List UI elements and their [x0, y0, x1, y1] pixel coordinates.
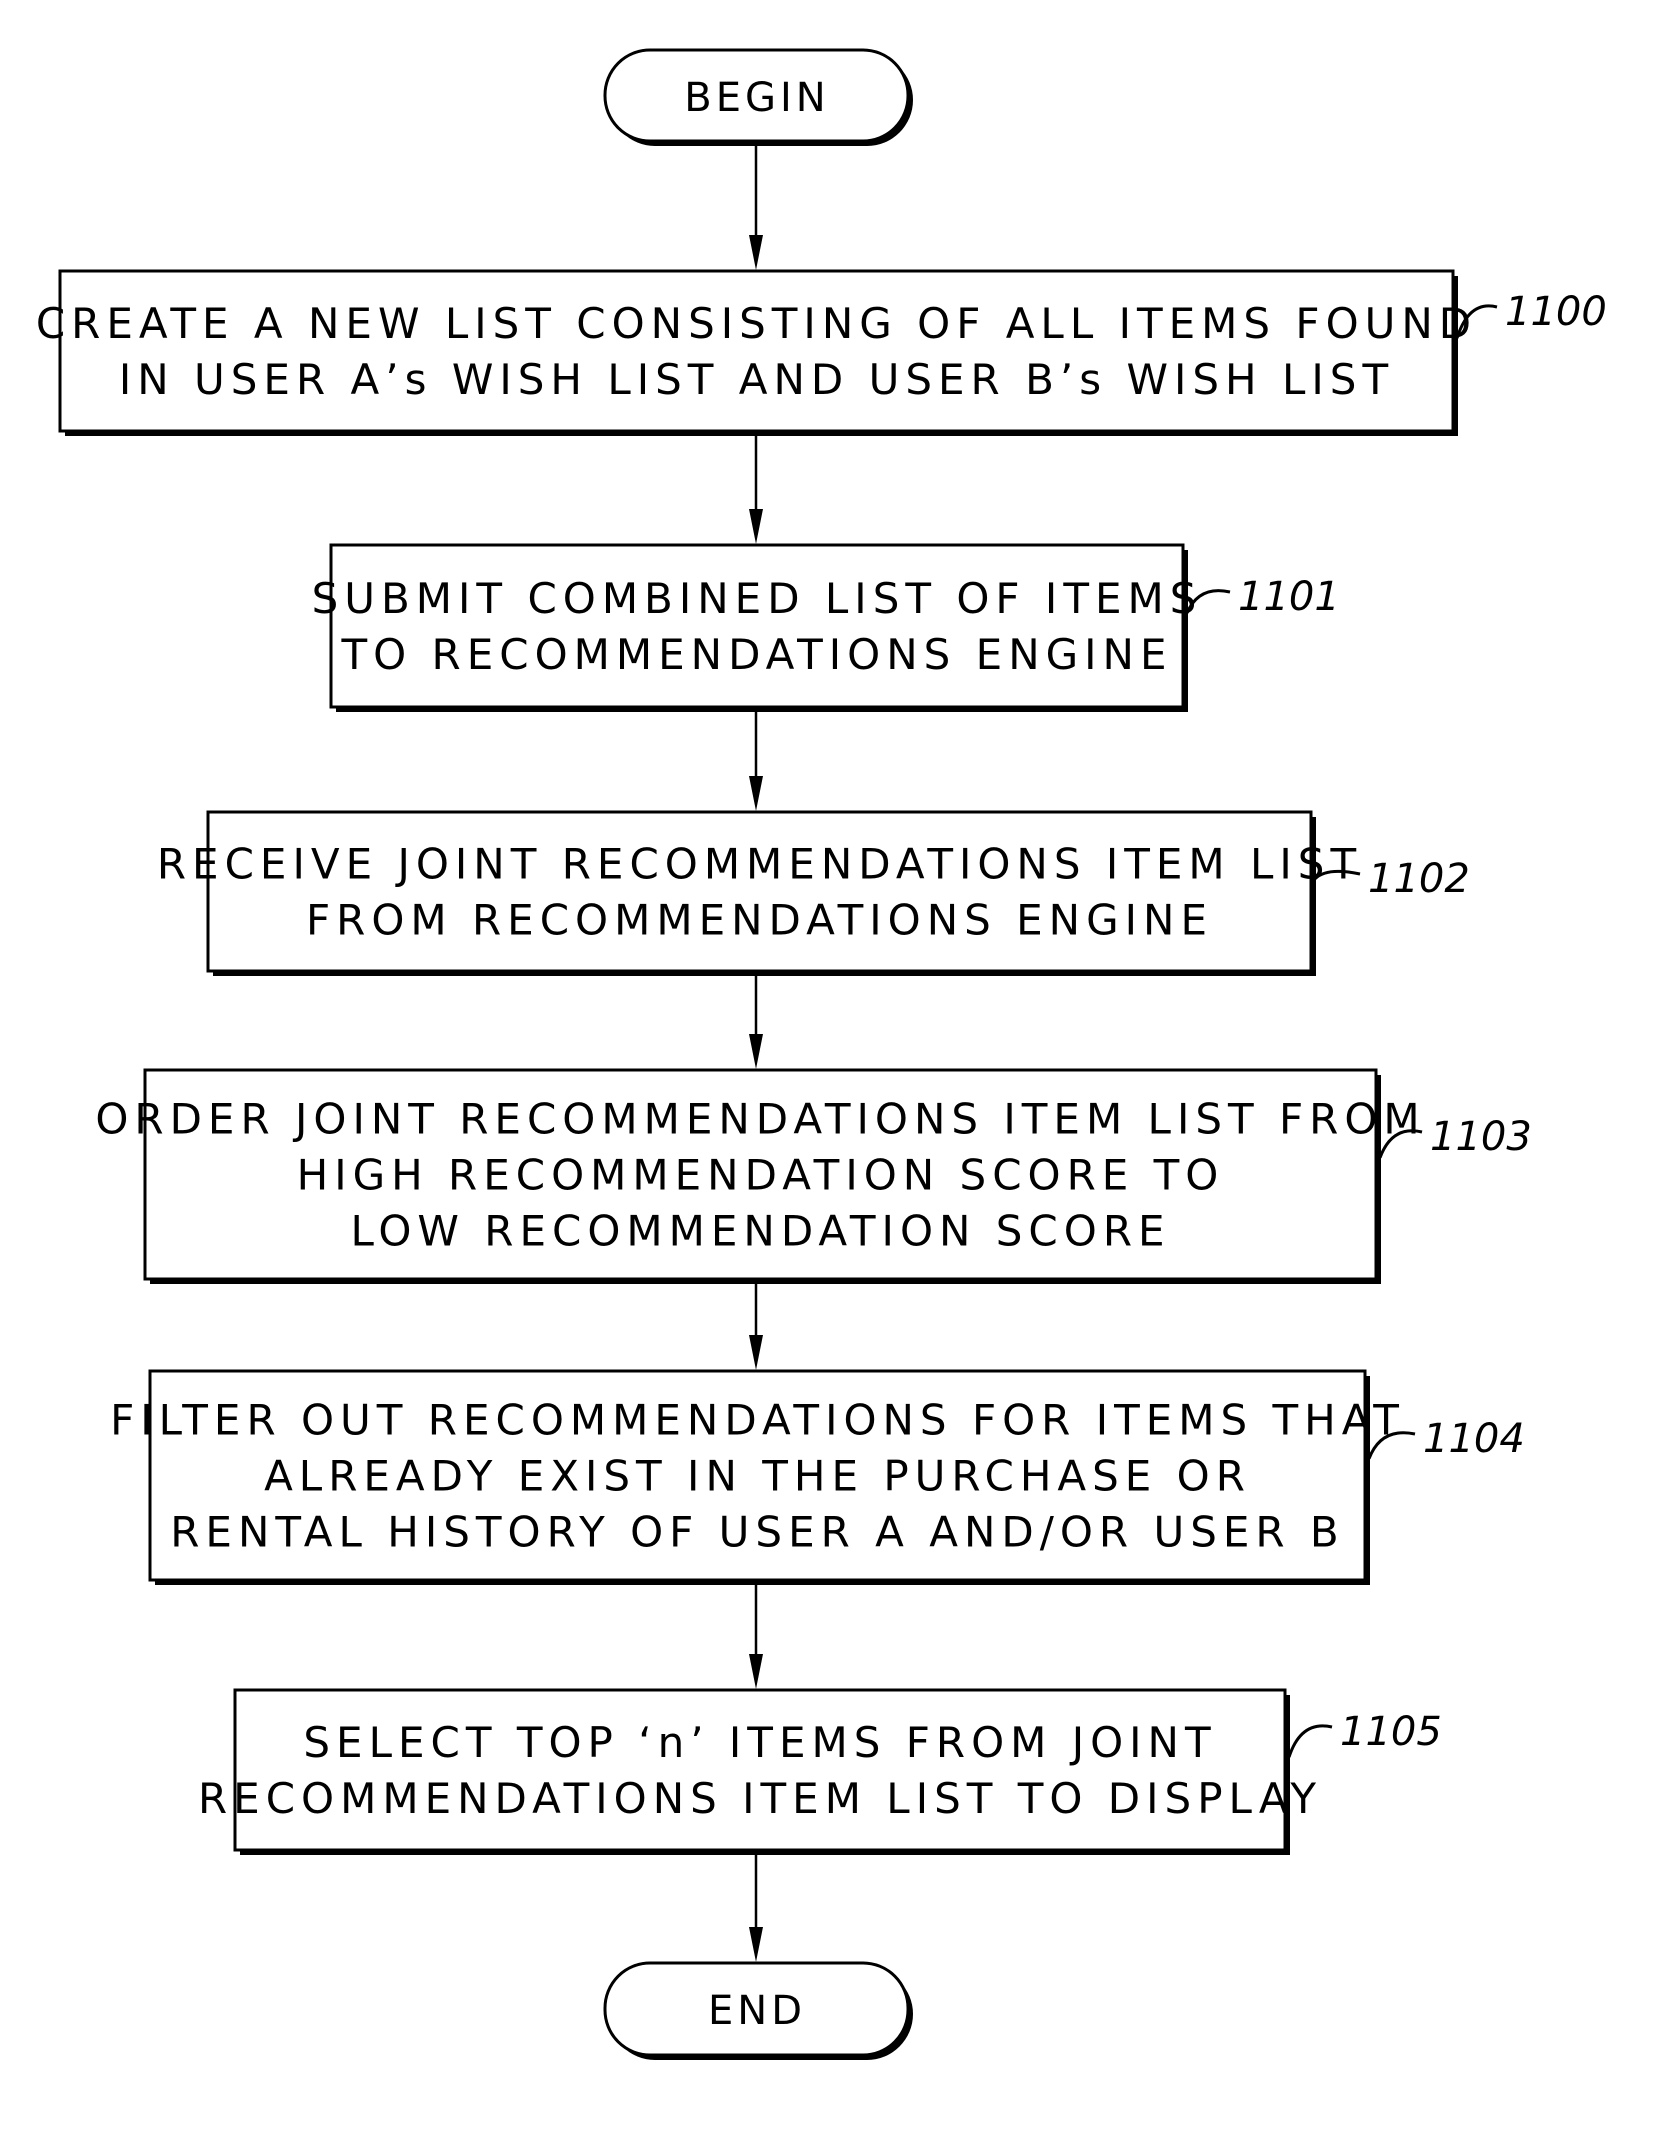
flowchart: BEGIN CREATE A NEW LIST CONSISTING OF AL…	[36, 48, 1607, 2060]
step-text-line: SUBMIT COMBINED LIST OF ITEMS	[312, 574, 1203, 623]
step-1100: CREATE A NEW LIST CONSISTING OF ALL ITEM…	[36, 269, 1607, 436]
flow-arrow	[749, 436, 763, 544]
arrowhead-icon	[749, 1654, 763, 1689]
arrowhead-icon	[749, 1335, 763, 1370]
end-label: END	[708, 1988, 806, 2034]
process-box	[329, 543, 1185, 709]
reference-number: 1102	[1368, 856, 1470, 902]
step-1103: ORDER JOINT RECOMMENDATIONS ITEM LIST FR…	[95, 1068, 1532, 1284]
flow-arrow	[749, 712, 763, 811]
step-text-line: IN USER A’s WISH LIST AND USER B’s WISH …	[119, 355, 1394, 404]
reference-number: 1105	[1340, 1709, 1442, 1755]
step-text-line: FROM RECOMMENDATIONS ENGINE	[306, 896, 1213, 945]
begin-label: BEGIN	[684, 75, 829, 121]
flow-arrow	[749, 1585, 763, 1689]
step-text-line: SELECT TOP ‘n’ ITEMS FROM JOINT	[303, 1718, 1216, 1767]
step-text-line: RECEIVE JOINT RECOMMENDATIONS ITEM LIST	[157, 840, 1362, 889]
arrowhead-icon	[749, 1034, 763, 1069]
arrowhead-icon	[749, 235, 763, 270]
flow-arrow	[749, 146, 763, 270]
end-terminal: END	[603, 1961, 913, 2060]
process-box	[206, 810, 1313, 973]
flow-arrow	[749, 1855, 763, 1962]
step-text-line: HIGH RECOMMENDATION SCORE TO	[297, 1151, 1225, 1200]
flow-arrow	[749, 1284, 763, 1370]
flow-arrow	[749, 976, 763, 1069]
process-box	[233, 1688, 1287, 1852]
reference-number: 1100	[1505, 289, 1607, 335]
step-text-line: RECOMMENDATIONS ITEM LIST TO DISPLAY	[198, 1774, 1322, 1823]
reference-number: 1101	[1238, 574, 1340, 620]
step-1105: SELECT TOP ‘n’ ITEMS FROM JOINT RECOMMEND…	[198, 1688, 1442, 1855]
step-text-line: TO RECOMMENDATIONS ENGINE	[340, 630, 1172, 679]
step-1104: FILTER OUT RECOMMENDATIONS FOR ITEMS THA…	[110, 1369, 1525, 1585]
step-1102: RECEIVE JOINT RECOMMENDATIONS ITEM LIST F…	[157, 810, 1470, 976]
step-text-line: ALREADY EXIST IN THE PURCHASE OR	[264, 1452, 1251, 1501]
reference-leader-line	[1287, 1724, 1333, 1758]
process-box	[58, 269, 1455, 433]
arrowhead-icon	[749, 509, 763, 544]
arrowhead-icon	[749, 1927, 763, 1962]
step-text-line: RENTAL HISTORY OF USER A AND/OR USER B	[170, 1508, 1345, 1557]
arrowhead-icon	[749, 776, 763, 811]
reference-number: 1103	[1430, 1114, 1532, 1160]
reference-number: 1104	[1423, 1416, 1525, 1462]
step-text-line: FILTER OUT RECOMMENDATIONS FOR ITEMS THA…	[110, 1396, 1405, 1445]
step-text-line: LOW RECOMMENDATION SCORE	[350, 1207, 1170, 1256]
begin-terminal: BEGIN	[603, 48, 913, 146]
step-text-line: ORDER JOINT RECOMMENDATIONS ITEM LIST FR…	[95, 1095, 1425, 1144]
step-1101: SUBMIT COMBINED LIST OF ITEMS TO RECOMMEN…	[312, 543, 1340, 712]
step-text-line: CREATE A NEW LIST CONSISTING OF ALL ITEM…	[36, 299, 1477, 348]
